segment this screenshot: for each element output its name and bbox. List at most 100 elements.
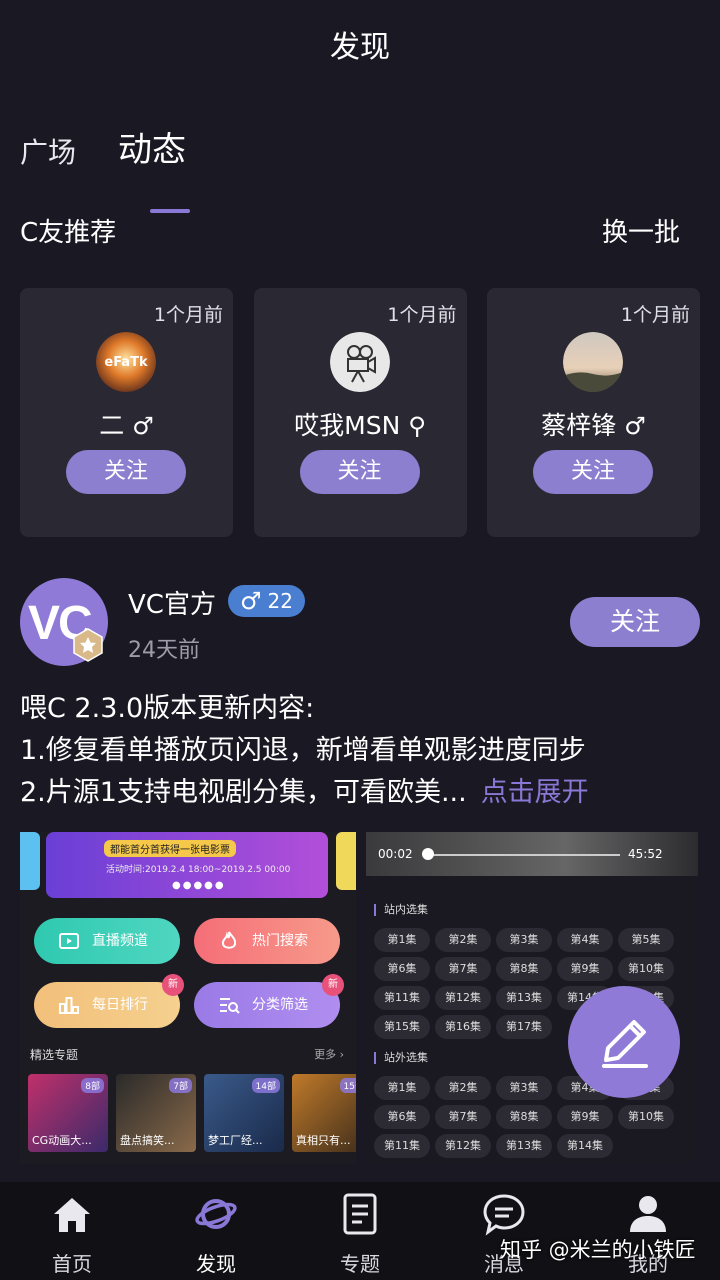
episode-chip: 第7集 [435,957,491,981]
follow-author-button[interactable]: 关注 [570,597,700,647]
episode-chip: 第11集 [374,986,430,1010]
episode-chip: 第16集 [435,1015,491,1039]
gender-icon: ⚲ [408,412,426,440]
recommend-cards: 1个月前 eFaTk 二 ♂ 关注 1个月前 哎我MSN ⚲ 关注 1个月前 蔡梓锋… [20,288,700,537]
episode-chip: 第13集 [496,1134,552,1158]
expand-link[interactable]: 点击展开 [481,777,589,808]
episode-chip: 第11集 [374,1134,430,1158]
button-label: 热门搜索 [252,933,308,949]
nav-me[interactable]: 我的 [576,1182,720,1280]
nav-home[interactable]: 首页 [0,1182,144,1280]
post-text[interactable]: 喂C 2.3.0版本更新内容: 1.修复看单播放页闪退，新增看单观影进度同步 2… [20,688,710,814]
progress-knob [422,848,434,860]
more-link: 更多 › [314,1048,344,1061]
episode-chip: 第12集 [435,1134,491,1158]
card-name: 蔡梓锋 ♂ [487,406,700,442]
pencil-icon [602,1020,648,1068]
tab-square[interactable]: 广场 [20,131,76,171]
user-card[interactable]: 1个月前 蔡梓锋 ♂ 关注 [487,288,700,537]
watermark: 知乎 @米兰的小铁匠 [500,1238,696,1262]
user-card[interactable]: 1个月前 eFaTk 二 ♂ 关注 [20,288,233,537]
nav-label: 首页 [52,1252,92,1276]
time-total: 45:52 [628,847,663,861]
video-player: 00:02 45:52 [366,832,698,876]
episode-chip: 第2集 [435,1076,491,1100]
user-name: 哎我MSN [294,411,401,440]
avatar[interactable] [329,332,390,392]
male-icon: ♂ [132,412,154,440]
nav-label: 专题 [340,1252,380,1276]
compose-button[interactable] [568,986,680,1098]
card-time: 1个月前 [620,304,690,326]
nav-discover[interactable]: 发现 [144,1182,288,1280]
episode-chip: 第9集 [557,1105,613,1129]
tab-dynamic[interactable]: 动态 [118,122,191,213]
nav-messages[interactable]: 消息 [432,1182,576,1280]
episode-chip: 第3集 [496,928,552,952]
time-current: 00:02 [378,847,413,861]
user-icon [630,1196,666,1232]
episode-chip: 第6集 [374,1105,430,1129]
episodes-out-label: 站外选集 [374,1052,428,1064]
episode-chip: 第5集 [618,928,674,952]
category-filter-button: 分类筛选 新 [194,974,344,1028]
bottom-nav: 首页 发现 专题 消息 我的 [0,1182,720,1280]
recommend-title: C友推荐 [20,218,117,248]
episode-chip: 第12集 [435,986,491,1010]
topic-thumb: 15部真相只有... [292,1074,356,1152]
male-icon: ♂ [624,412,646,440]
home-icon [54,1198,90,1232]
button-label: 分类筛选 [252,997,308,1013]
official-badge-icon [72,628,104,662]
daily-rank-button: 每日排行 新 [34,974,184,1028]
topic-count: 15部 [339,1078,356,1093]
episode-chip: 第7集 [435,1105,491,1129]
follow-button[interactable]: 关注 [66,450,186,494]
follow-button[interactable]: 关注 [533,450,653,494]
episode-chip: 第10集 [618,1105,674,1129]
post-image-1[interactable]: 都能首分首获得一张电影票 活动时间:2019.2.4 18:00~2019.2.… [20,832,356,1164]
episode-chip: 第14集 [557,1134,613,1158]
card-time: 1个月前 [153,304,223,326]
episode-chip: 第4集 [557,928,613,952]
filter-icon [220,998,240,1014]
banner-edge-left [20,832,40,890]
avatar[interactable]: eFaTk [96,332,156,392]
avatar[interactable] [563,332,623,392]
planet-icon [195,1199,237,1229]
nav-topics[interactable]: 专题 [288,1182,432,1280]
episode-chip: 第3集 [496,1076,552,1100]
episode-chip: 第17集 [496,1015,552,1039]
card-name: 二 ♂ [20,406,233,442]
button-label: 每日排行 [92,997,148,1013]
card-name: 哎我MSN ⚲ [254,406,467,442]
episode-chip: 第8集 [496,957,552,981]
follow-button[interactable]: 关注 [299,450,420,494]
episode-chip: 第6集 [374,957,430,981]
tv-icon [59,933,79,949]
male-icon: ♂ [240,587,262,615]
level-badge: ♂ 22 [228,585,305,617]
refresh-button[interactable]: 换一批 [602,212,680,249]
section-title: 精选专题 [30,1048,79,1062]
post-time: 24天前 [128,638,200,663]
promo-banner: 都能首分首获得一张电影票 活动时间:2019.2.4 18:00~2019.2.… [46,832,328,898]
topic-thumb: 7部盘点搞笑... [116,1074,196,1152]
rank-icon [59,997,79,1014]
new-badge: 新 [162,974,184,996]
episode-chip: 第9集 [557,957,613,981]
chat-icon [483,1194,525,1236]
episode-chip: 第13集 [496,986,552,1010]
document-icon [343,1193,377,1235]
author-name[interactable]: VC官方 [128,584,216,621]
topic-thumb: 14部 梦工厂经... [204,1074,284,1152]
topic-count: 7部 [169,1078,192,1093]
topic-title: 盘点搞笑... [120,1134,175,1147]
tab-bar: 广场 动态 [20,122,228,213]
user-card[interactable]: 1个月前 哎我MSN ⚲ 关注 [253,288,467,537]
discover-screen: 发现 广场 动态 C友推荐 换一批 1个月前 eFaTk 二 ♂ 关注 1个月前 … [0,0,720,1280]
topic-title: 梦工厂经... [208,1134,263,1147]
topic-thumb: 8部 CG动画大... [28,1074,108,1152]
episode-chip: 第2集 [435,928,491,952]
episode-chip: 第1集 [374,928,430,952]
